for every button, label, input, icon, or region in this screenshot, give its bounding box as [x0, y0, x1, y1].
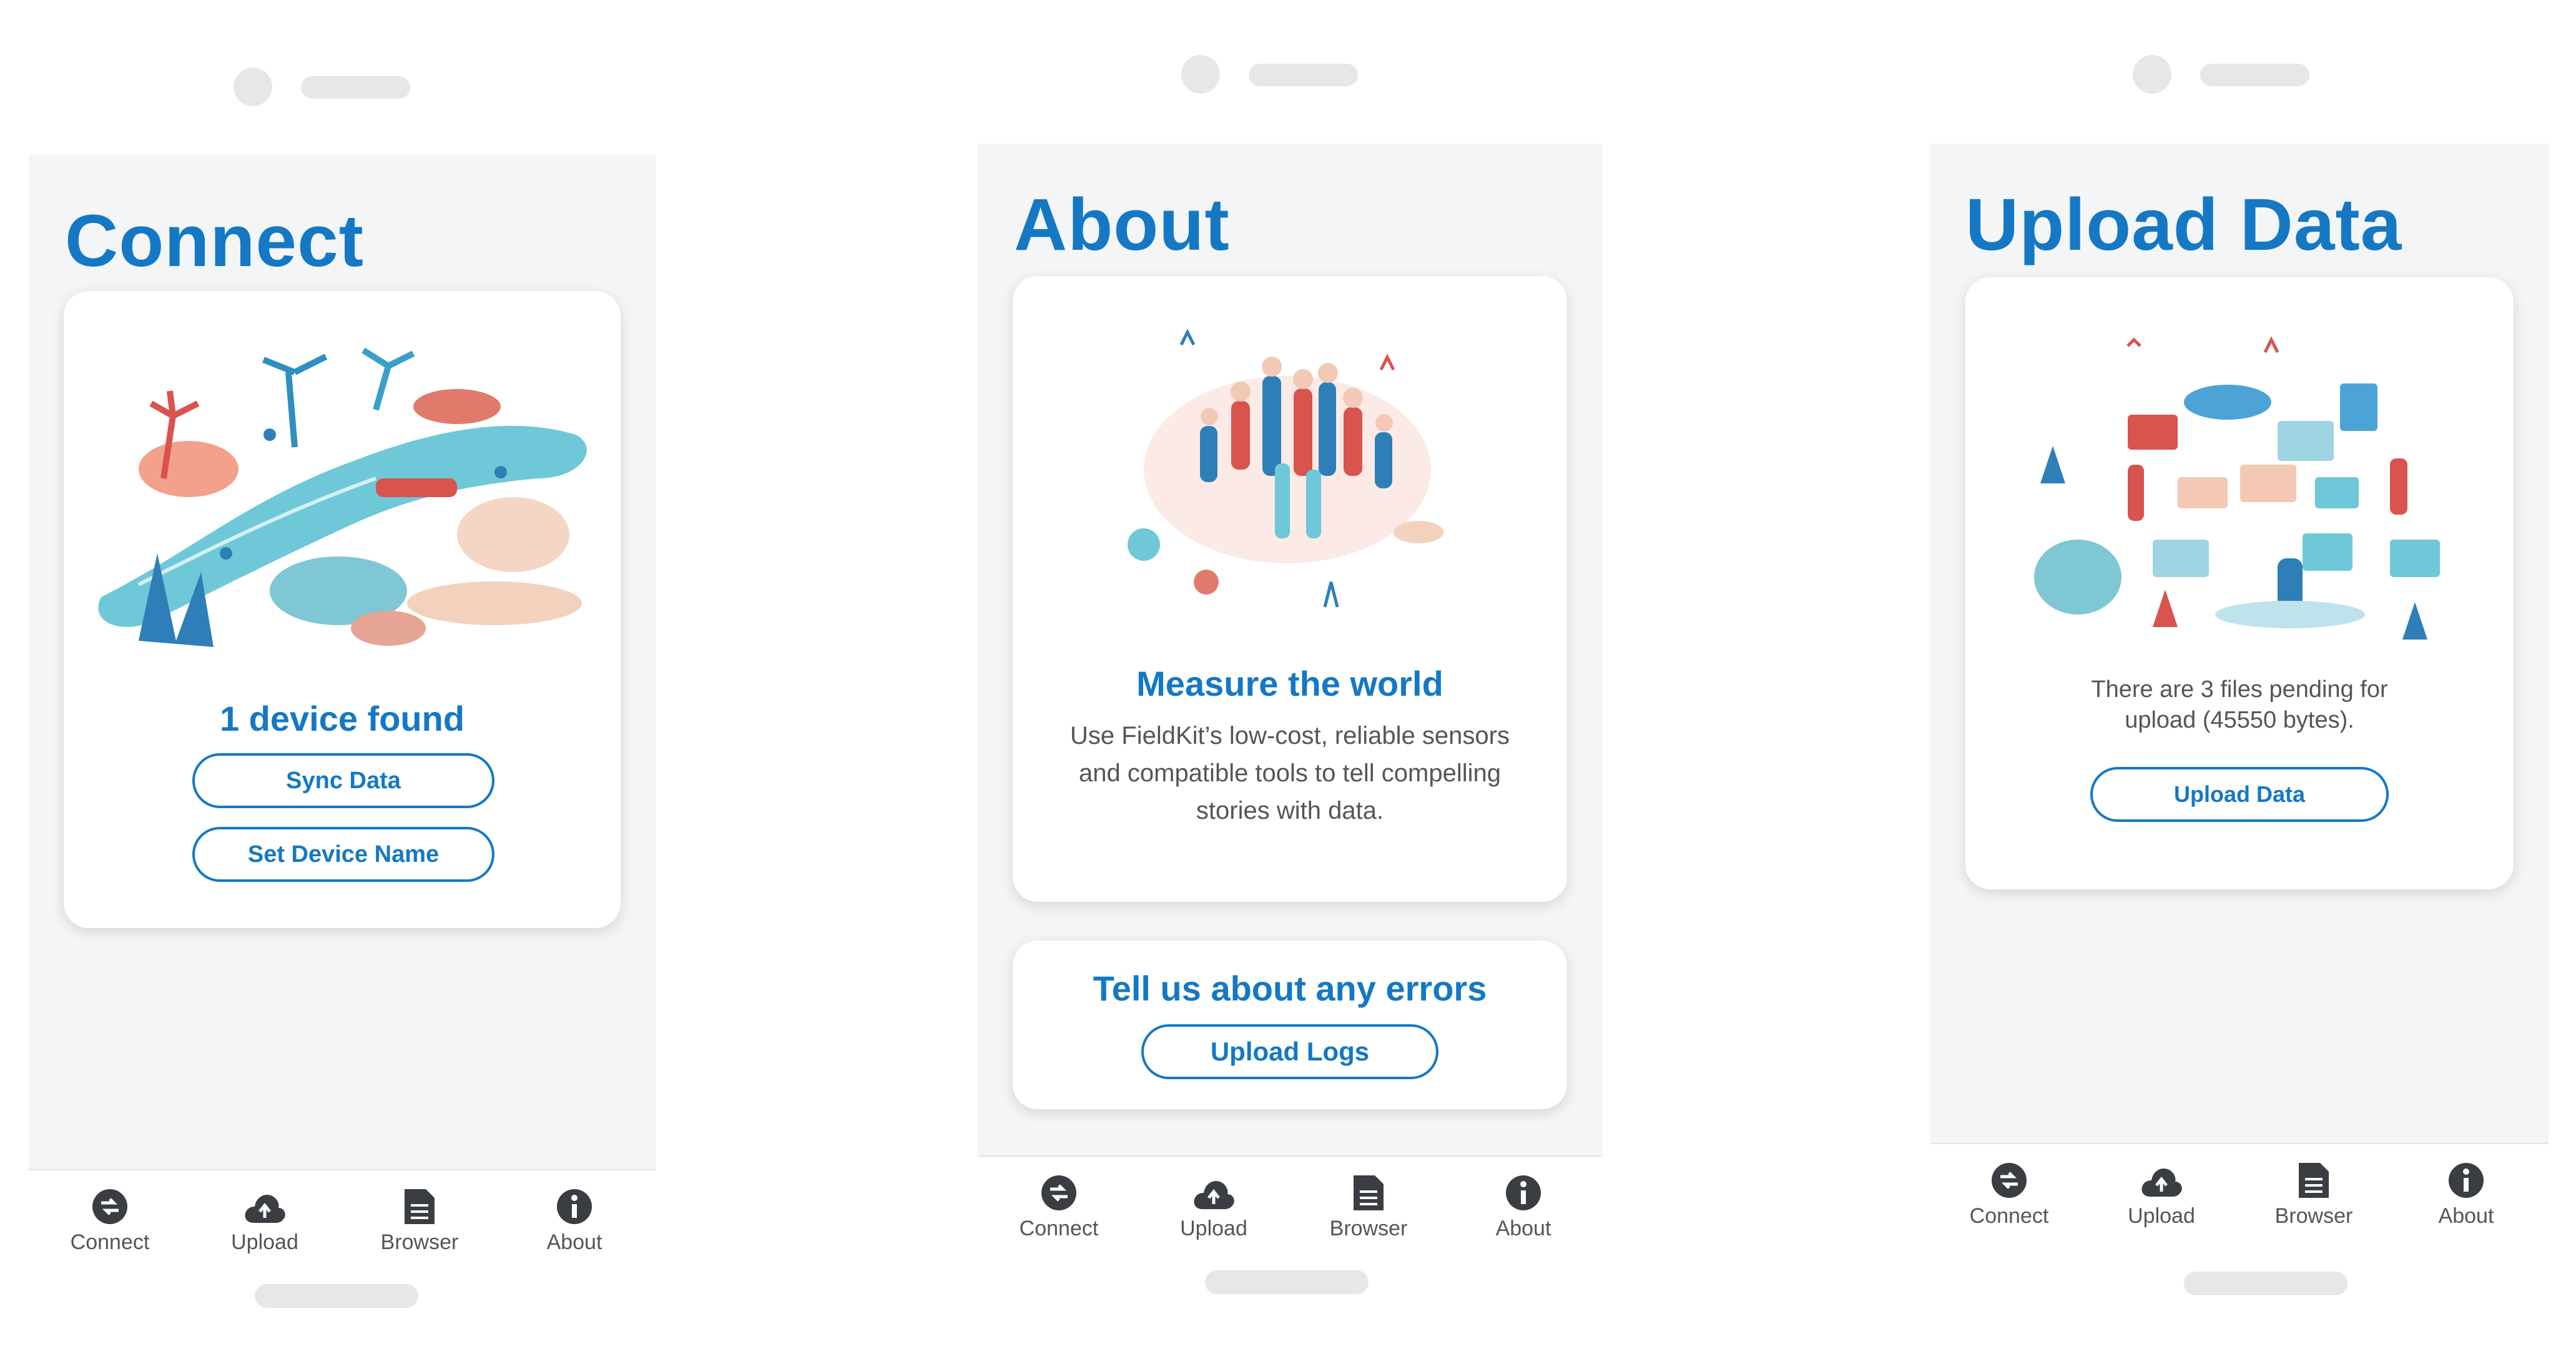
camera-dot [234, 67, 272, 106]
tab-connect[interactable]: Connect [1940, 1144, 2078, 1243]
device-status: 1 device found [219, 699, 465, 738]
mission-card: Measure the world Use FieldKit’s low-cos… [1013, 276, 1567, 902]
tab-label: Browser [1329, 1217, 1408, 1240]
device-card: 1 device found Sync Data Set Device Name [64, 291, 621, 928]
document-icon [1354, 1175, 1384, 1210]
speaker-pill [1249, 64, 1358, 86]
info-icon [557, 1189, 592, 1224]
set-device-name-button[interactable]: Set Device Name [192, 827, 494, 882]
tab-about[interactable]: About [2397, 1144, 2535, 1243]
home-indicator [255, 1284, 418, 1308]
home-indicator [2184, 1272, 2347, 1295]
tab-upload[interactable]: Upload [1145, 1157, 1282, 1255]
tab-label: Upload [2128, 1204, 2195, 1228]
tab-connect[interactable]: Connect [990, 1157, 1128, 1255]
tab-bar: Connect Upload Browser About [1930, 1143, 2549, 1243]
tab-label: Connect [1019, 1217, 1099, 1240]
tab-browser[interactable]: Browser [2245, 1144, 2382, 1243]
connect-screen: Connect 1 device found Sync Data Set Dev… [29, 155, 656, 1269]
tab-about[interactable]: About [1455, 1157, 1592, 1255]
document-icon [405, 1189, 435, 1224]
tab-browser[interactable]: Browser [351, 1170, 488, 1269]
tab-label: Connect [1969, 1204, 2049, 1228]
tab-label: Upload [231, 1230, 298, 1254]
home-indicator [1205, 1270, 1369, 1294]
document-icon [2299, 1163, 2329, 1198]
speaker-pill [2200, 64, 2309, 86]
tab-bar: Connect Upload Browser About [29, 1169, 656, 1269]
mission-heading: Measure the world [1136, 664, 1443, 703]
tab-label: Browser [380, 1230, 459, 1254]
pending-files-text: There are 3 files pending for upload (45… [2091, 676, 2388, 734]
upload-screen: Upload Data There are 3 files pending fo… [1930, 144, 2549, 1243]
about-screen: About Measure the world Use FieldKit’s l… [978, 144, 1602, 1255]
speaker-pill [301, 76, 410, 99]
camera-dot [1181, 55, 1220, 94]
crowd-illustration [1106, 307, 1473, 620]
connect-icon [1992, 1163, 2027, 1198]
info-icon [2449, 1163, 2484, 1198]
data-workspace-illustration [1965, 277, 2514, 652]
tab-bar: Connect Upload Browser About [978, 1155, 1602, 1255]
tab-upload[interactable]: Upload [196, 1170, 333, 1269]
tab-label: About [1495, 1217, 1551, 1240]
page-title: Connect [65, 200, 364, 282]
tab-label: Connect [70, 1230, 150, 1254]
connect-icon [92, 1189, 127, 1224]
camera-dot [2133, 55, 2171, 94]
upload-logs-button[interactable]: Upload Logs [1141, 1024, 1438, 1079]
page-title: Upload Data [1965, 184, 2402, 266]
river-map-illustration [64, 291, 621, 666]
tab-about[interactable]: About [506, 1170, 643, 1269]
upload-card: There are 3 files pending for upload (45… [1965, 277, 2514, 889]
cloud-upload-icon [1194, 1180, 1234, 1209]
tab-label: Browser [2274, 1204, 2353, 1228]
cloud-upload-icon [245, 1194, 285, 1223]
connect-icon [1041, 1175, 1076, 1210]
tab-browser[interactable]: Browser [1300, 1157, 1437, 1255]
errors-card: Tell us about any errors Upload Logs [1013, 941, 1567, 1109]
errors-heading: Tell us about any errors [1093, 969, 1487, 1008]
tab-label: Upload [1180, 1217, 1247, 1240]
sync-data-button[interactable]: Sync Data [192, 753, 494, 808]
tab-upload[interactable]: Upload [2093, 1144, 2230, 1243]
tab-label: About [546, 1230, 602, 1254]
info-icon [1506, 1175, 1541, 1210]
tab-label: About [2438, 1204, 2494, 1228]
tab-connect[interactable]: Connect [41, 1170, 179, 1269]
page-title: About [1014, 184, 1230, 266]
cloud-upload-icon [2141, 1168, 2182, 1197]
mission-description: Use FieldKit’s low-cost, reliable sensor… [1070, 722, 1510, 824]
upload-data-button[interactable]: Upload Data [2090, 767, 2389, 822]
